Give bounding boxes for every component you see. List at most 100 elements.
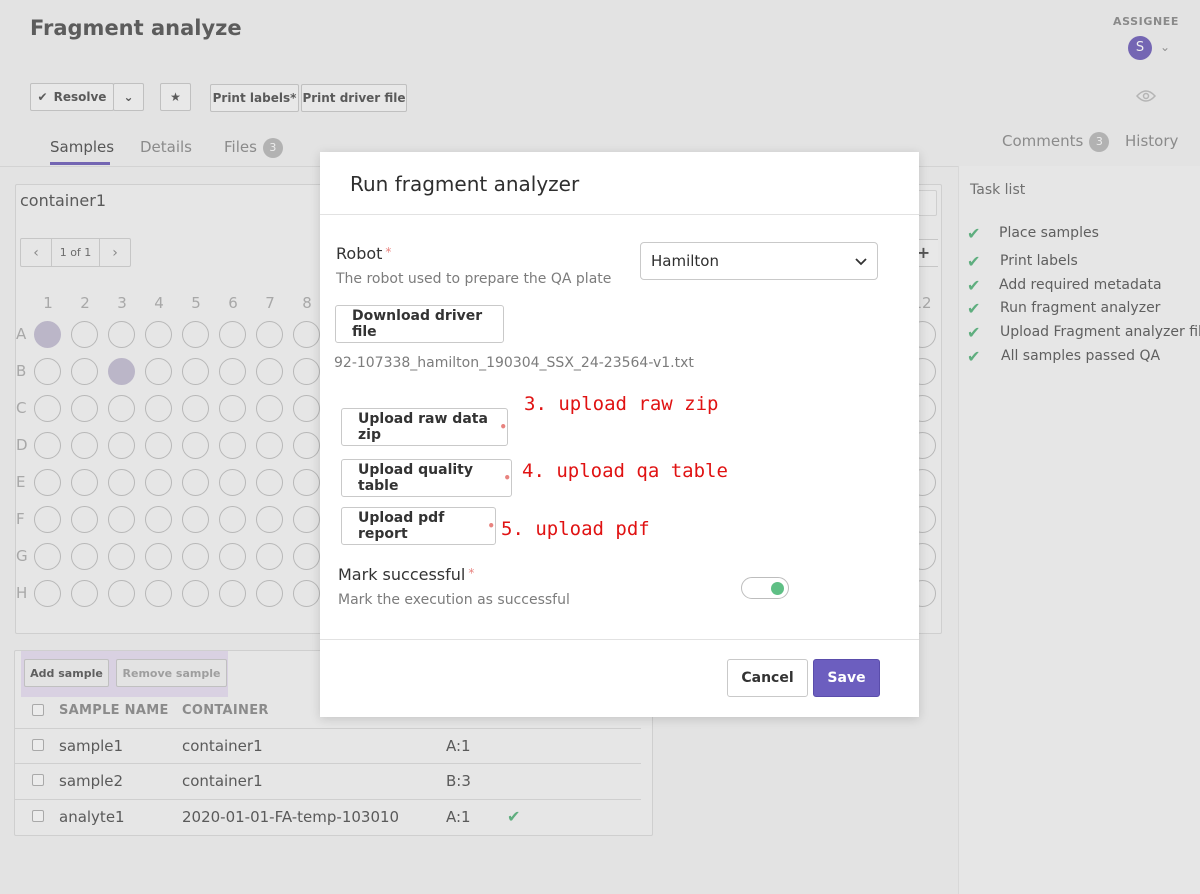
resolve-dropdown-button[interactable]: ⌄: [113, 83, 144, 111]
plate-well[interactable]: [145, 580, 172, 607]
plate-well[interactable]: [256, 321, 283, 348]
plate-well[interactable]: [256, 580, 283, 607]
print-labels-button[interactable]: Print labels*: [210, 84, 299, 112]
plate-well[interactable]: [71, 543, 98, 570]
plate-well[interactable]: [108, 543, 135, 570]
plate-well[interactable]: [34, 395, 61, 422]
plate-well[interactable]: [71, 469, 98, 496]
plate-well[interactable]: [34, 469, 61, 496]
plate-well[interactable]: [256, 432, 283, 459]
plate-well[interactable]: [182, 506, 209, 533]
plate-well[interactable]: [34, 506, 61, 533]
plate-well[interactable]: [182, 580, 209, 607]
plate-well[interactable]: [145, 358, 172, 385]
plate-well[interactable]: [293, 321, 320, 348]
plate-well[interactable]: [293, 506, 320, 533]
row-checkbox[interactable]: [32, 774, 44, 786]
plate-well[interactable]: [108, 506, 135, 533]
print-driver-file-button[interactable]: Print driver file: [301, 84, 407, 112]
plate-well[interactable]: [219, 358, 246, 385]
tab-samples[interactable]: Samples: [50, 138, 114, 156]
column-header-container[interactable]: CONTAINER: [182, 703, 269, 718]
row-checkbox[interactable]: [32, 810, 44, 822]
row-checkbox[interactable]: [32, 739, 44, 751]
plate-well[interactable]: [145, 432, 172, 459]
column-header-sample-name[interactable]: SAMPLE NAME: [59, 703, 169, 718]
plate-well[interactable]: [34, 432, 61, 459]
avatar[interactable]: S: [1128, 36, 1152, 60]
chevron-left-icon[interactable]: ‹: [21, 245, 51, 261]
plate-well[interactable]: [219, 580, 246, 607]
plate-well[interactable]: [71, 321, 98, 348]
plate-well[interactable]: [145, 395, 172, 422]
plate-well[interactable]: [182, 543, 209, 570]
plate-well[interactable]: [293, 432, 320, 459]
remove-sample-button[interactable]: Remove sample: [116, 659, 227, 687]
plate-well[interactable]: [182, 469, 209, 496]
chevron-right-icon[interactable]: ›: [100, 245, 130, 261]
task-item[interactable]: Upload Fragment analyzer files: [1000, 324, 1200, 340]
plate-well[interactable]: [219, 543, 246, 570]
plate-well[interactable]: [71, 358, 98, 385]
plate-well[interactable]: [145, 543, 172, 570]
task-item[interactable]: Print labels: [1000, 253, 1078, 269]
tab-comments[interactable]: Comments 3: [1002, 132, 1110, 152]
plate-well[interactable]: [256, 506, 283, 533]
task-item[interactable]: Place samples: [999, 225, 1099, 241]
plate-well[interactable]: [293, 580, 320, 607]
plate-well[interactable]: [219, 432, 246, 459]
plate-well[interactable]: [108, 432, 135, 459]
task-item[interactable]: Run fragment analyzer: [1000, 300, 1160, 316]
plate-well[interactable]: [71, 580, 98, 607]
plate-well[interactable]: [219, 321, 246, 348]
plate-well[interactable]: [182, 432, 209, 459]
plate-well[interactable]: [293, 469, 320, 496]
plate-well[interactable]: [219, 469, 246, 496]
tab-details[interactable]: Details: [140, 138, 192, 156]
plate-well[interactable]: [145, 321, 172, 348]
tab-history[interactable]: History: [1125, 132, 1178, 150]
plate-well[interactable]: [182, 395, 209, 422]
cancel-button[interactable]: Cancel: [727, 659, 808, 697]
robot-select[interactable]: Hamilton: [640, 242, 878, 280]
upload-pdf-report-button[interactable]: Upload pdf report •: [341, 507, 496, 545]
plate-well[interactable]: [34, 580, 61, 607]
plate-well[interactable]: [145, 469, 172, 496]
add-sample-button[interactable]: Add sample: [24, 659, 109, 687]
chevron-down-icon[interactable]: ⌄: [1160, 40, 1170, 54]
save-button[interactable]: Save: [813, 659, 880, 697]
plate-well[interactable]: [108, 469, 135, 496]
plate-well[interactable]: [34, 358, 61, 385]
mark-successful-toggle[interactable]: [741, 577, 789, 599]
tab-files[interactable]: Files 3: [224, 138, 283, 158]
plate-well[interactable]: [108, 321, 135, 348]
plate-well[interactable]: [108, 358, 135, 385]
task-item[interactable]: Add required metadata: [999, 277, 1162, 293]
plate-well[interactable]: [34, 321, 61, 348]
plate-well[interactable]: [256, 395, 283, 422]
select-all-checkbox[interactable]: [32, 704, 44, 716]
plate-well[interactable]: [71, 432, 98, 459]
plate-well[interactable]: [256, 469, 283, 496]
upload-quality-table-button[interactable]: Upload quality table •: [341, 459, 512, 497]
plate-well[interactable]: [145, 506, 172, 533]
plate-well[interactable]: [293, 358, 320, 385]
plate-well[interactable]: [256, 543, 283, 570]
plate-well[interactable]: [219, 395, 246, 422]
task-item[interactable]: All samples passed QA: [1001, 348, 1160, 364]
plate-well[interactable]: [293, 395, 320, 422]
star-button[interactable]: ★: [160, 83, 191, 111]
resolve-button[interactable]: ✔ Resolve: [30, 83, 114, 111]
plate-well[interactable]: [108, 395, 135, 422]
eye-icon[interactable]: [1135, 88, 1157, 107]
plate-well[interactable]: [256, 358, 283, 385]
download-driver-file-button[interactable]: Download driver file: [335, 305, 504, 343]
plate-well[interactable]: [182, 321, 209, 348]
upload-raw-data-zip-button[interactable]: Upload raw data zip •: [341, 408, 508, 446]
plate-well[interactable]: [71, 506, 98, 533]
plate-well[interactable]: [34, 543, 61, 570]
plate-well[interactable]: [219, 506, 246, 533]
plate-well[interactable]: [108, 580, 135, 607]
plate-well[interactable]: [293, 543, 320, 570]
plate-well[interactable]: [71, 395, 98, 422]
